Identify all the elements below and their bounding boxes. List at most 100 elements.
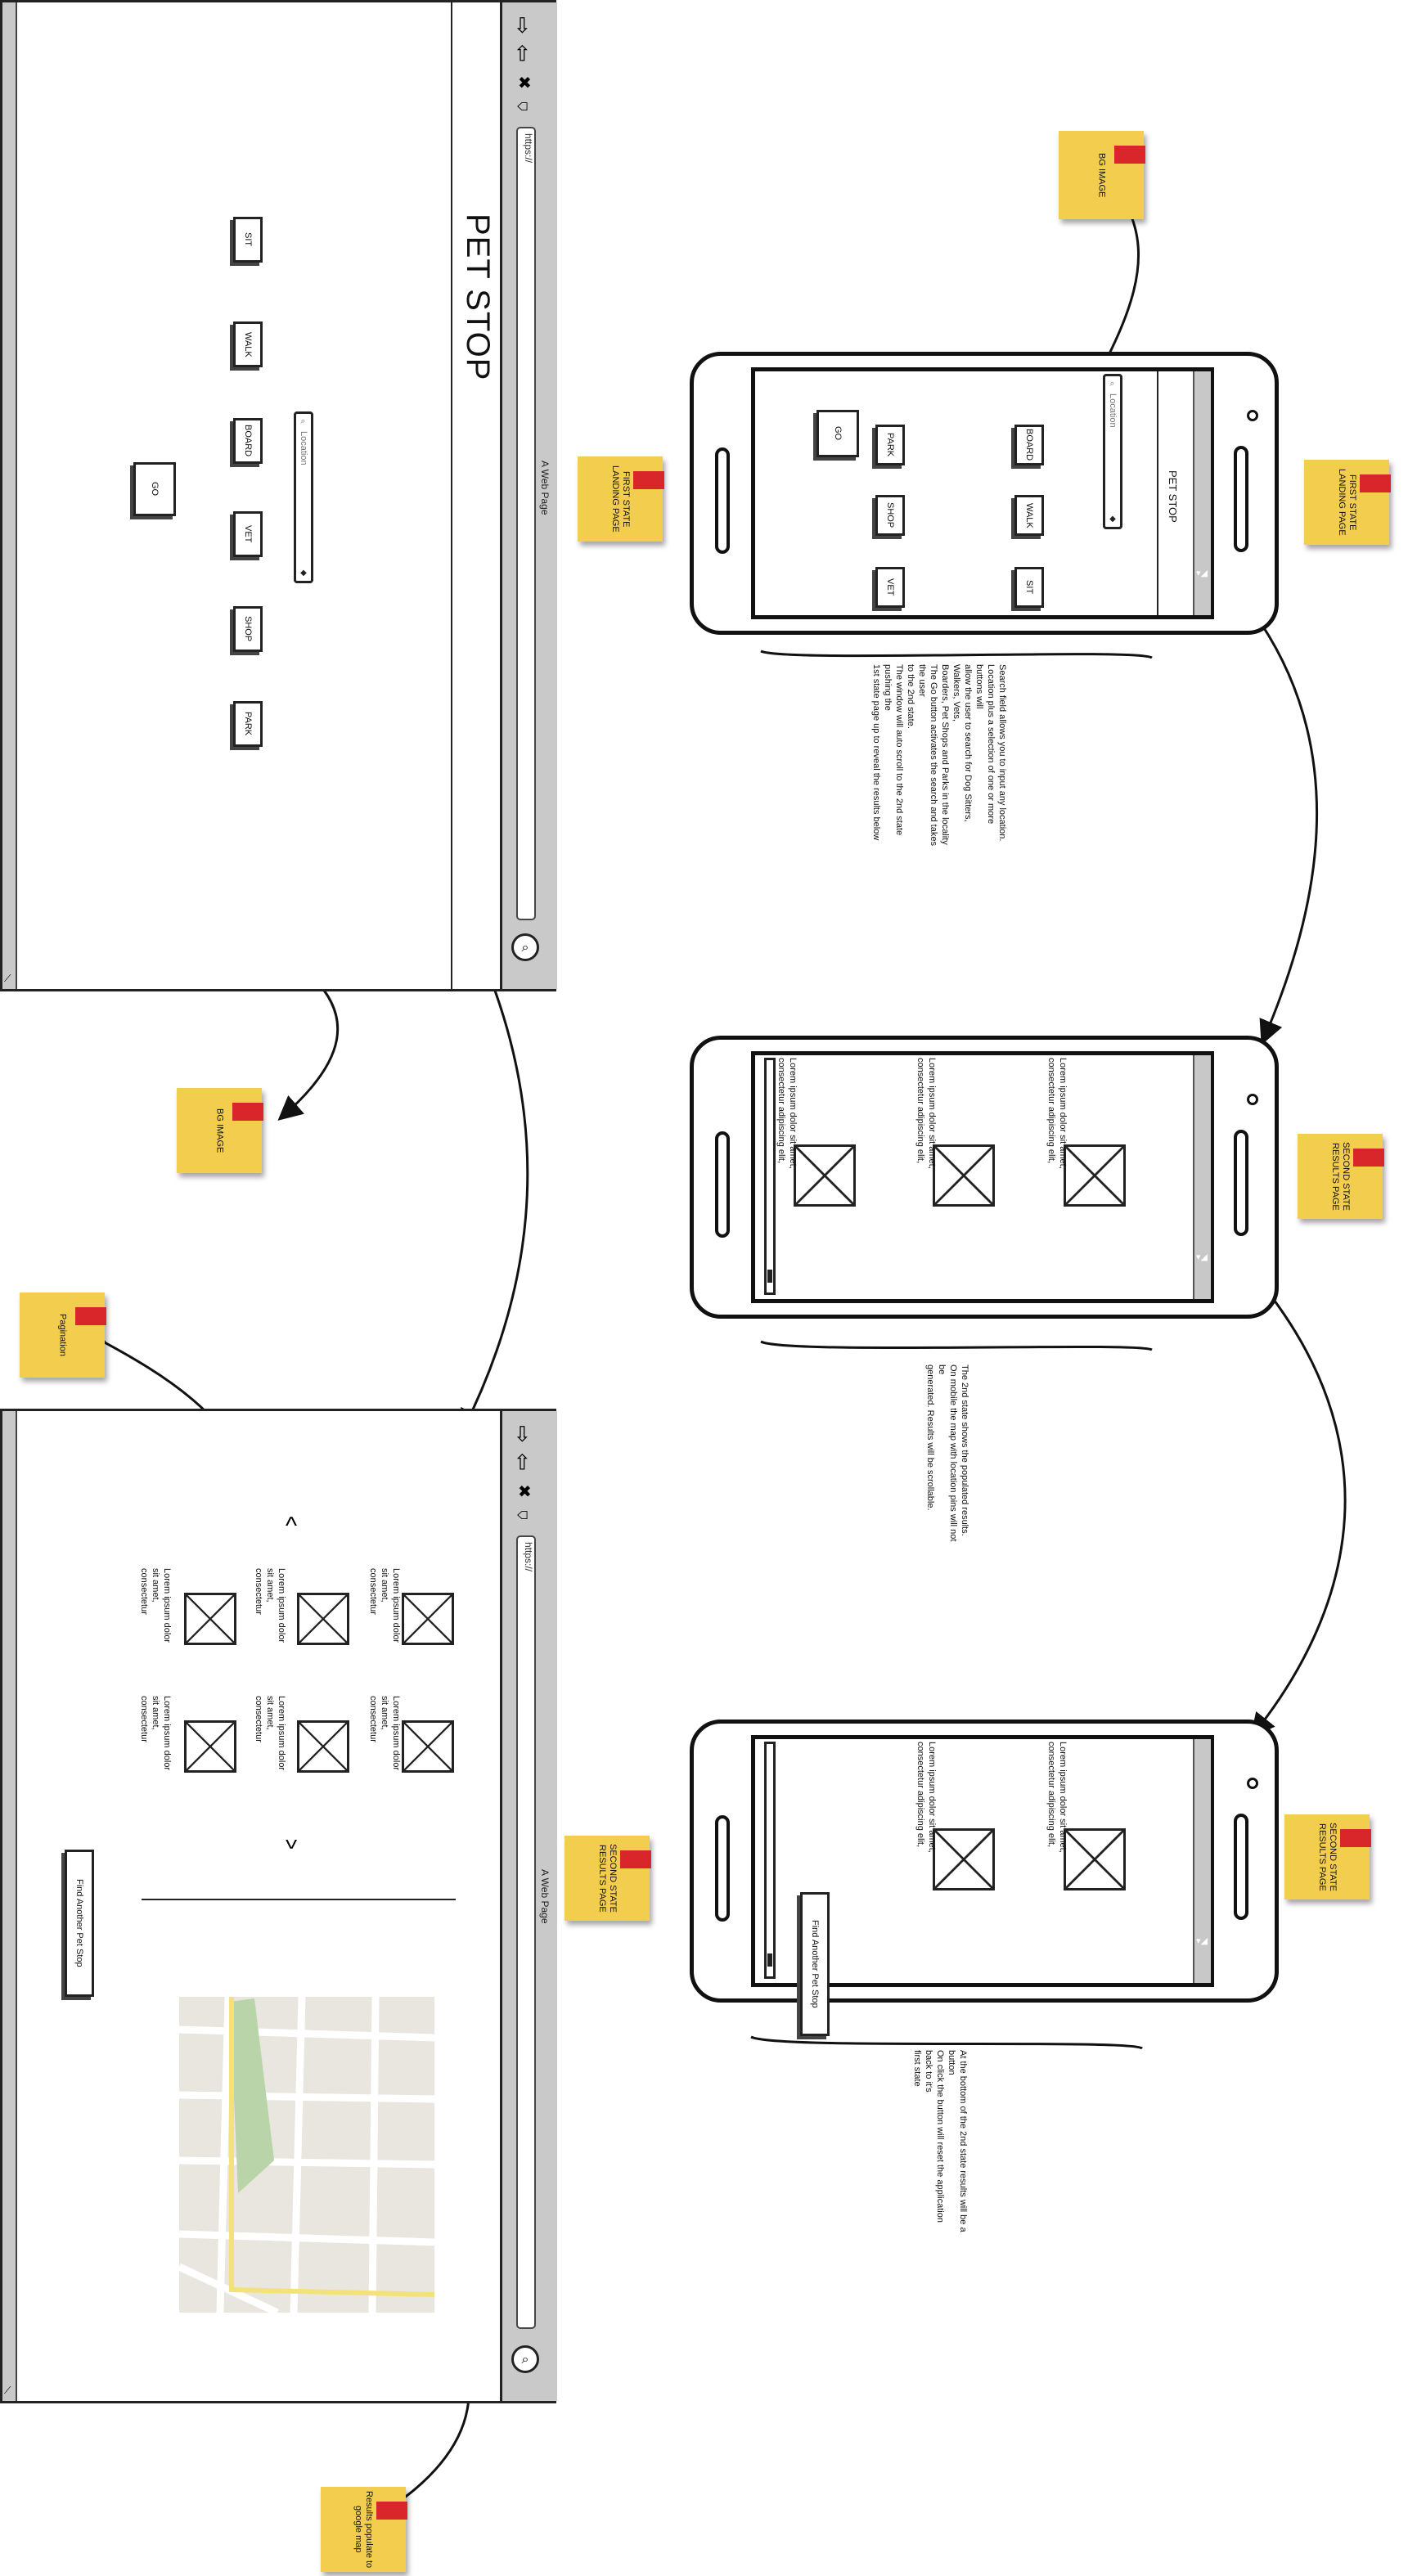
sticky-text: FIRST STATE LANDING PAGE [610,465,631,533]
result-image[interactable] [184,1593,236,1645]
sticky-text: SECOND STATE RESULTS PAGE [1330,1142,1351,1211]
home-slot [1234,1814,1248,1920]
home-slot [1234,446,1248,552]
go-button[interactable]: GO [816,410,859,457]
pagination-down-icon[interactable]: ^ [286,1825,297,1853]
result-text: Lorem ipsum dolor sit amet, consectetur … [776,1058,798,1169]
walk-button[interactable]: WALK [233,321,263,367]
sticky-tape [1340,1829,1371,1847]
url-bar[interactable]: https:// [516,1535,536,2329]
status-icons: ▾◢ [1196,1252,1208,1262]
result-text: Lorem ipsum dolor sit amet, consectetur … [915,1058,937,1169]
park-button[interactable]: PARK [233,701,263,747]
sticky-text: BG IMAGE [1096,152,1107,198]
result-text: Lorem ipsum dolor sit amet, consectetur … [1046,1058,1068,1169]
forward-arrow-icon[interactable]: ⇨ [509,44,534,62]
result-text: Lorem ipsum dolor sit amet, consectetur [254,1568,286,1643]
overlay-layer: ⟋ A Web Page ⇦ ⇨ ✖ ⌂ https:// ⌕ PET STOP SIT WALK B… [0,0,1408,2576]
search-icon[interactable]: ⌕ [511,2345,539,2373]
walk-button[interactable]: WALK [1014,495,1044,536]
result-text: Lorem ipsum dolor sit amet, consectetur [254,1696,286,1771]
results-map[interactable] [179,1997,434,2313]
horizontal-scrollbar[interactable] [764,1058,776,1295]
note-landing: Search field allows you to input any loc… [871,664,1007,846]
sticky-second-state: SECOND STATE RESULTS PAGE [1284,1814,1371,1899]
search-icon: ⌕ [299,417,308,426]
phone-screen [751,367,1214,619]
earpiece-slot [715,1131,730,1238]
camera [1247,410,1258,421]
status-bar: ▾◢ [1193,1055,1211,1299]
result-text: Lorem ipsum dolor sit amet, consectetur … [1046,1742,1068,1853]
brace-results [760,1340,1153,1351]
left-sidebar [2,2,17,989]
sticky-second-state: SECOND STATE RESULTS PAGE [1298,1134,1384,1219]
go-button[interactable]: GO [133,462,176,516]
result-image[interactable] [1064,1828,1126,1890]
content-divider [451,2,452,989]
find-another-pet-stop-button[interactable]: Find Another Pet Stop [800,1892,830,2036]
home-icon[interactable]: ⌂ [511,101,533,111]
sit-button[interactable]: SIT [1014,567,1044,608]
horizontal-scrollbar[interactable] [764,1742,776,1979]
phone-results: ▾◢ Lorem ipsum dolor sit amet, consectetu… [690,1036,1279,1319]
vet-button[interactable]: VET [875,567,905,608]
result-image[interactable] [297,1720,349,1773]
brace-landing [760,650,1153,659]
search-icon: ⌕ [1108,380,1118,389]
location-placeholder: Location [299,431,308,465]
vet-button[interactable]: VET [233,511,263,557]
result-text: Lorem ipsum dolor sit amet, consectetur [368,1696,401,1771]
phone-results-bottom: ▾◢ Lorem ipsum dolor sit amet, consectetu… [690,1720,1279,2036]
back-arrow-icon[interactable]: ⇦ [509,1425,534,1443]
forward-arrow-icon[interactable]: ⇨ [509,1453,534,1471]
status-icons: ▾◢ [1196,569,1208,578]
sticky-tape [232,1103,263,1121]
camera [1247,1778,1258,1789]
result-image[interactable] [794,1144,856,1207]
window-title: A Web Page [539,461,551,515]
shop-button[interactable]: SHOP [875,495,905,536]
sticky-text: BG IMAGE [214,1108,225,1153]
url-bar[interactable]: https:// [516,127,536,920]
sticky-tape [1360,474,1391,492]
result-text: Lorem ipsum dolor sit amet, consectetur [368,1568,401,1643]
result-image[interactable] [297,1593,349,1645]
resize-corner-icon: ⟋ [4,2385,11,2396]
sticky-tape [633,471,664,489]
board-button[interactable]: BOARD [1014,425,1044,465]
home-slot [1234,1130,1248,1236]
close-icon[interactable]: ✖ [518,73,532,93]
pagination-up-icon[interactable]: ^ [286,1513,297,1540]
result-image[interactable] [402,1720,454,1773]
sticky-tape [620,1850,651,1868]
title-divider [1157,371,1158,615]
result-image[interactable] [402,1593,454,1645]
desktop-results-window: ⟋ A Web Page ⇦ ⇨ ✖ ⌂ https:// ⌕ ^ ^ Lorem ipsum do… [0,1409,557,2403]
dropdown-arrow-icon: ◆ [299,569,308,578]
sticky-tape [75,1307,106,1325]
phone-landing: ▾◢ PET STOP ⌕ Location ◆ SIT WALK BOARD VET SHOP P… [690,352,1279,635]
shop-button[interactable]: SHOP [233,606,263,652]
sticky-first-state: FIRST STATE LANDING PAGE [578,456,664,542]
result-image[interactable] [184,1720,236,1773]
location-search-input[interactable]: ⌕ Location ◆ [1103,374,1122,529]
result-image[interactable] [933,1144,995,1207]
search-icon[interactable]: ⌕ [511,933,539,961]
sticky-bg-image: BG IMAGE [177,1088,263,1173]
scroll-thumb [767,1270,772,1283]
close-icon[interactable]: ✖ [518,1481,532,1502]
location-search-input[interactable]: ⌕ Location ◆ [294,411,313,583]
board-button[interactable]: BOARD [233,418,263,464]
sticky-bg-image: BG IMAGE [1059,131,1145,219]
result-image[interactable] [1064,1144,1126,1207]
sticky-text: FIRST STATE LANDING PAGE [1337,469,1357,536]
sticky-text: Results populate to google map [353,2490,374,2569]
home-icon[interactable]: ⌂ [511,1509,533,1520]
brace-bottom [750,2035,1143,2050]
find-another-pet-stop-button[interactable]: Find Another Pet Stop [65,1850,94,1997]
park-button[interactable]: PARK [875,425,905,465]
sit-button[interactable]: SIT [233,217,263,263]
result-image[interactable] [933,1828,995,1890]
back-arrow-icon[interactable]: ⇦ [509,16,534,34]
